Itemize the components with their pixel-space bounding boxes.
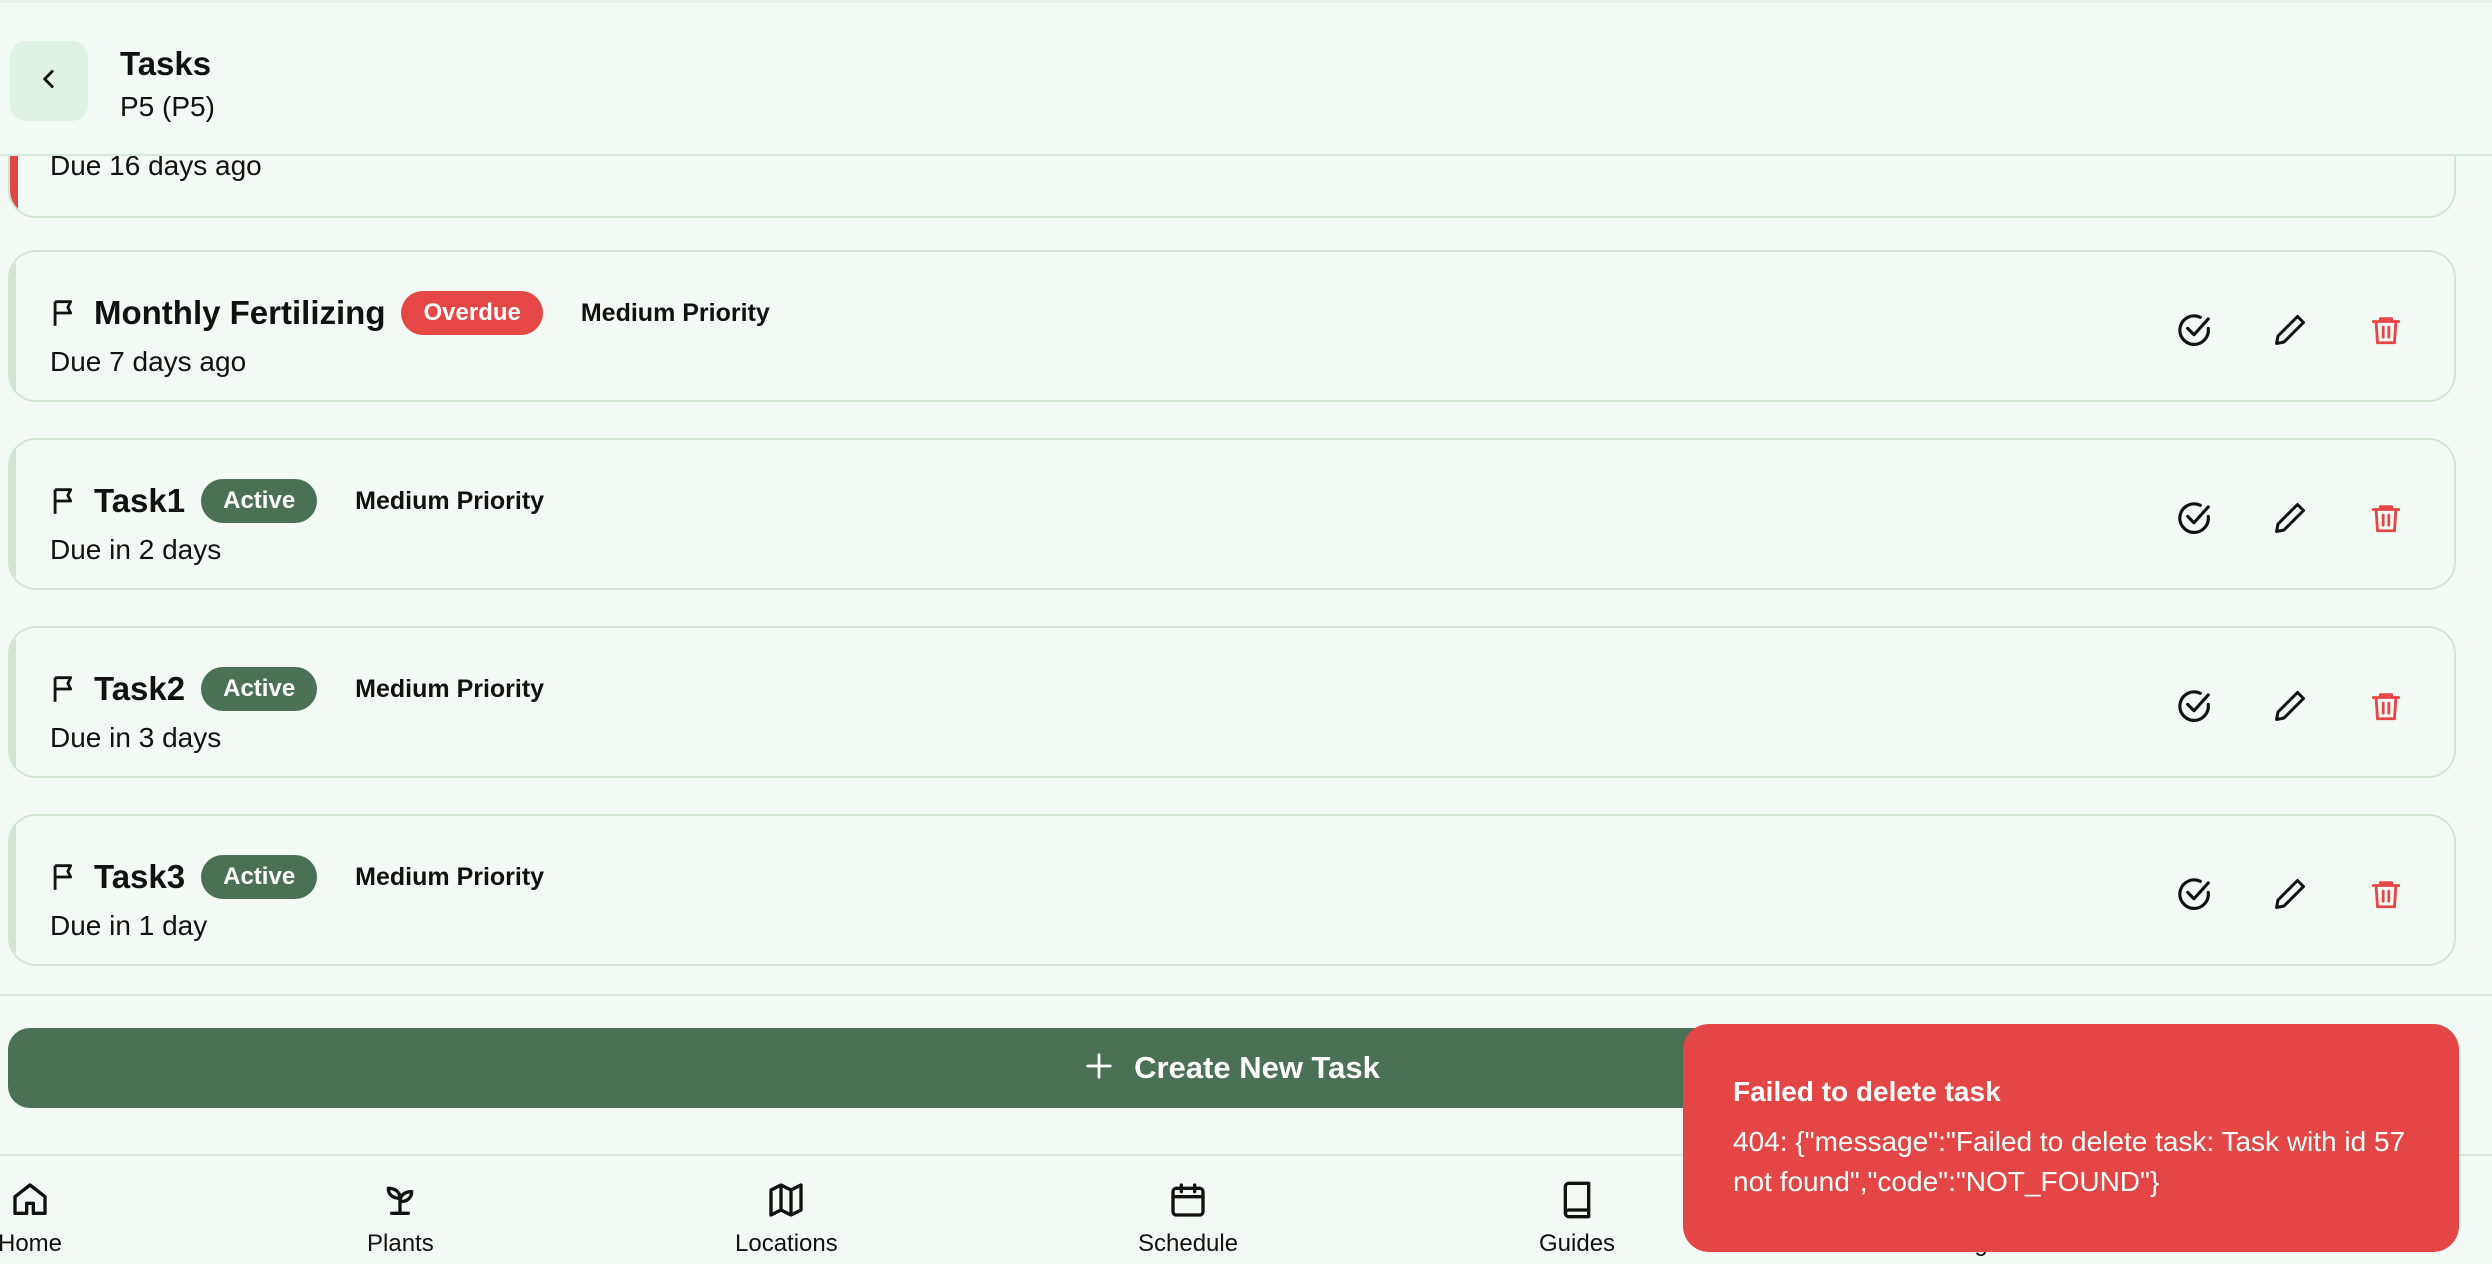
task-card: Task2 Active Medium Priority Due in 3 da…	[8, 626, 2456, 778]
check-circle-icon	[2178, 690, 2210, 722]
calendar-icon	[1171, 1183, 1205, 1217]
task-status-accent	[10, 252, 16, 400]
sprout-icon	[387, 1186, 414, 1215]
nav-label: Home	[0, 1230, 63, 1257]
delete-task-button[interactable]	[2358, 678, 2414, 734]
edit-task-button[interactable]	[2262, 678, 2318, 734]
check-circle-icon	[2178, 502, 2210, 534]
pencil-icon	[2275, 315, 2305, 345]
status-badge: Active	[201, 855, 318, 899]
flag-icon	[48, 484, 82, 518]
nav-item-schedule[interactable]: Schedule	[1138, 1180, 1238, 1258]
nav-label: Locations	[735, 1230, 838, 1257]
error-toast[interactable]: Failed to delete task 404: {"message":"F…	[1683, 1024, 2459, 1252]
trash-icon	[2371, 881, 2401, 909]
toast-title: Failed to delete task	[1733, 1076, 2001, 1107]
nav-label: Guides	[1539, 1230, 1616, 1257]
section-divider	[0, 994, 2492, 996]
complete-task-button[interactable]	[2166, 678, 2222, 734]
task-card: Task3 Active Medium Priority Due in 1 da…	[8, 814, 2456, 966]
pencil-icon	[2275, 879, 2305, 909]
nav-label: Plants	[367, 1230, 434, 1257]
task-due: Due in 1 day	[50, 910, 208, 941]
page-subtitle: P5 (P5)	[120, 91, 215, 122]
status-badge: Active	[201, 667, 318, 711]
check-circle-icon	[2178, 314, 2210, 346]
task-status-accent	[10, 816, 16, 964]
delete-task-button[interactable]	[2358, 302, 2414, 358]
task-name: Task3	[94, 858, 186, 895]
task-card: Task1 Active Medium Priority Due in 2 da…	[8, 438, 2456, 590]
task-name: Task2	[94, 670, 186, 707]
flag-icon	[48, 296, 82, 330]
delete-task-button[interactable]	[2358, 866, 2414, 922]
edit-task-button[interactable]	[2262, 302, 2318, 358]
complete-task-button[interactable]	[2166, 490, 2222, 546]
create-task-label: Create New Task	[1134, 1050, 1380, 1085]
task-name: Task1	[94, 482, 186, 519]
page-title: Tasks	[120, 45, 212, 82]
delete-task-button[interactable]	[2358, 490, 2414, 546]
task-due: Due in 2 days	[50, 534, 222, 565]
book-icon	[1563, 1181, 1591, 1219]
back-button[interactable]	[10, 41, 88, 121]
task-due: Due 7 days ago	[50, 346, 247, 377]
complete-task-button[interactable]	[2166, 302, 2222, 358]
nav-item-plants[interactable]: Plants	[367, 1180, 434, 1258]
plus-icon	[1084, 1046, 1114, 1091]
edit-task-button[interactable]	[2262, 490, 2318, 546]
trash-icon	[2371, 505, 2401, 533]
flag-icon	[48, 672, 82, 706]
pencil-icon	[2275, 691, 2305, 721]
priority-label: Medium Priority	[355, 862, 545, 891]
map-icon	[769, 1183, 804, 1217]
flag-icon	[48, 860, 82, 894]
priority-label: Medium Priority	[355, 674, 545, 703]
task-due: Due in 3 days	[50, 722, 222, 753]
edit-task-button[interactable]	[2262, 866, 2318, 922]
pencil-icon	[2275, 503, 2305, 533]
complete-task-button[interactable]	[2166, 866, 2222, 922]
priority-label: Medium Priority	[355, 486, 545, 515]
check-circle-icon	[2178, 878, 2210, 910]
nav-item-locations[interactable]: Locations	[735, 1180, 838, 1258]
nav-item-home[interactable]: Home	[0, 1180, 62, 1258]
nav-item-guides[interactable]: Guides	[1539, 1180, 1615, 1258]
toast-message: 404: {"message":"Failed to delete task: …	[1733, 1126, 2406, 1197]
task-card: Monthly Fertilizing Overdue Medium Prior…	[8, 250, 2456, 402]
priority-label: Medium Priority	[580, 298, 770, 327]
nav-label: Schedule	[1138, 1230, 1239, 1257]
page-header: Tasks P5 (P5)	[0, 0, 2492, 156]
chevron-left-icon	[36, 66, 62, 97]
task-status-accent	[10, 628, 16, 776]
task-status-accent	[10, 440, 16, 588]
status-badge: Overdue	[401, 291, 543, 335]
status-badge: Active	[201, 479, 318, 523]
task-name: Monthly Fertilizing	[94, 294, 386, 331]
home-icon	[13, 1183, 47, 1215]
trash-icon	[2371, 693, 2401, 721]
trash-icon	[2371, 317, 2401, 345]
